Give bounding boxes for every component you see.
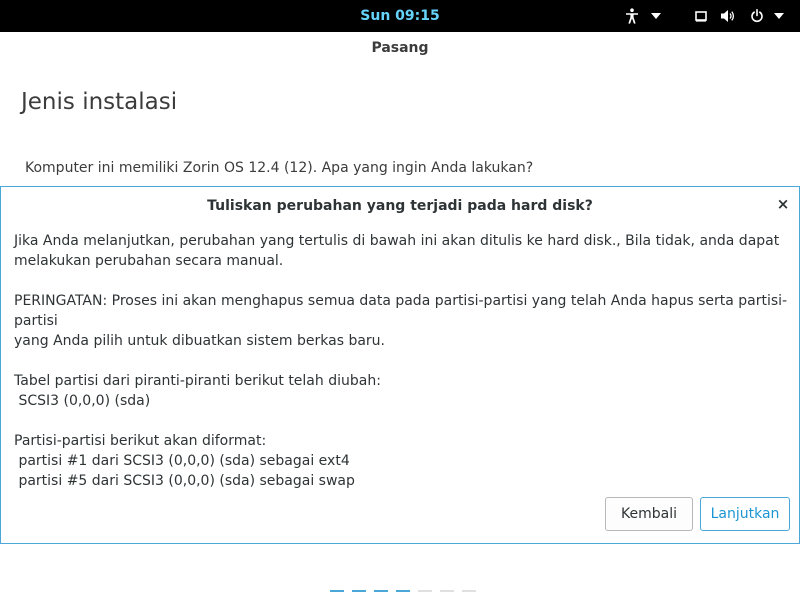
progress-step	[440, 590, 454, 592]
continue-button[interactable]: Lanjutkan	[700, 497, 790, 531]
clock[interactable]: Sun 09:15	[0, 0, 800, 32]
progress-step	[462, 590, 476, 592]
display-icon[interactable]	[692, 0, 710, 32]
dialog-body: Jika Anda melanjutkan, perubahan yang te…	[14, 231, 794, 491]
accessibility-icon[interactable]	[622, 0, 642, 32]
dialog-title: Tuliskan perubahan yang terjadi pada har…	[207, 198, 593, 214]
dialog-paragraph-partition-tables: Tabel partisi dari piranti-piranti berik…	[14, 373, 381, 409]
progress-step	[374, 590, 388, 592]
chevron-down-icon[interactable]	[649, 0, 663, 32]
back-button[interactable]: Kembali	[605, 497, 693, 531]
chevron-down-icon[interactable]	[772, 0, 786, 32]
dialog-paragraph-intro: Jika Anda melanjutkan, perubahan yang te…	[14, 233, 780, 269]
top-bar: Sun 09:15	[0, 0, 800, 32]
progress-step	[396, 590, 410, 592]
progress-step	[352, 590, 366, 592]
installation-question: Komputer ini memiliki Zorin OS 12.4 (12)…	[25, 160, 534, 176]
dialog-paragraph-format-list: Partisi-partisi berikut akan diformat: p…	[14, 433, 355, 489]
progress-step	[418, 590, 432, 592]
power-icon[interactable]	[747, 0, 767, 32]
window-title: Pasang	[371, 40, 429, 56]
close-icon[interactable]: ×	[775, 195, 791, 213]
progress-step	[330, 590, 344, 592]
dialog-paragraph-warning: PERINGATAN: Proses ini akan menghapus se…	[14, 293, 788, 349]
volume-icon[interactable]	[718, 0, 738, 32]
progress-steps	[330, 590, 476, 592]
page-heading: Jenis instalasi	[21, 89, 178, 115]
confirm-dialog: Tuliskan perubahan yang terjadi pada har…	[0, 186, 800, 544]
